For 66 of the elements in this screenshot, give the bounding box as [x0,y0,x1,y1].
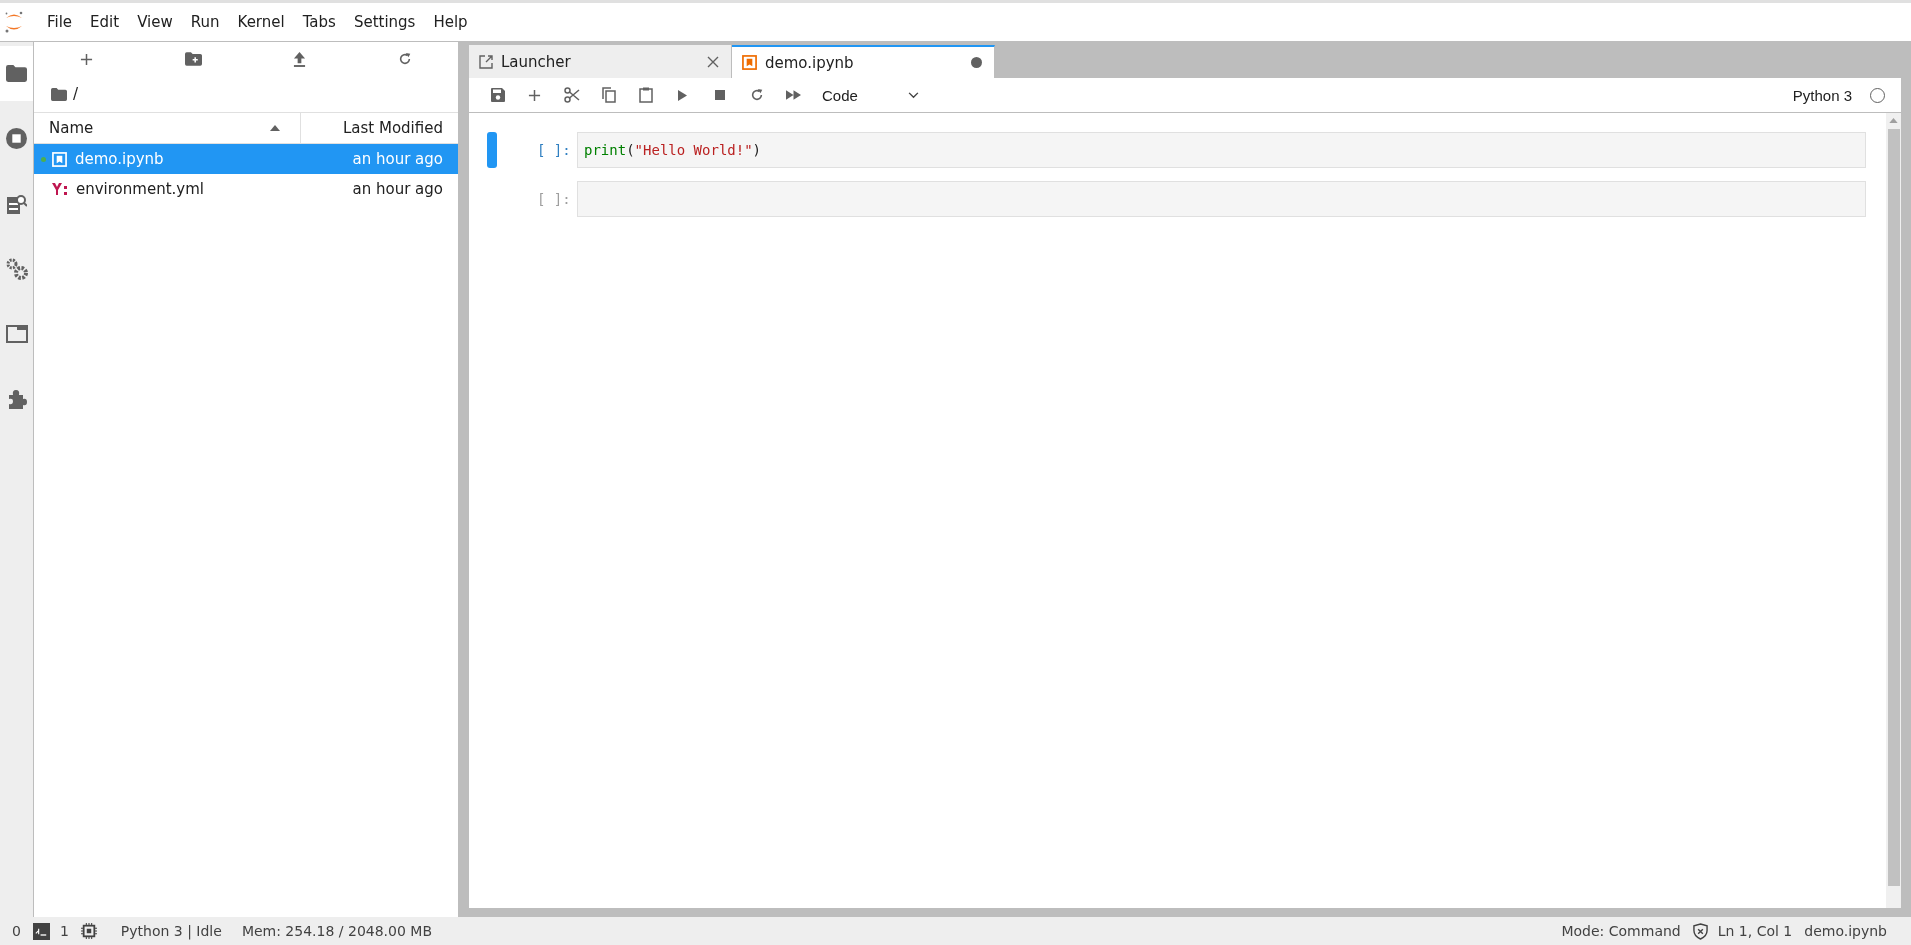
menu-item[interactable]: Tabs [293,13,345,31]
sort-caret-icon [270,125,280,131]
breadcrumb[interactable]: / [73,85,79,103]
file-name: demo.ipynb [75,150,165,168]
modified-time: an hour ago [352,180,443,198]
memory-usage: Mem: 254.18 / 2048.00 MB [241,923,432,939]
puzzle-icon [6,388,27,409]
close-icon[interactable] [707,55,719,68]
file-row[interactable]: environment.yml an hour ago [34,174,458,204]
copy-icon [601,87,616,103]
cell-prompt: [ ]: [537,190,572,209]
tab-label: demo.ipynb [765,53,855,72]
code-cell-editor[interactable] [577,181,1866,217]
menu-item[interactable]: Settings [344,13,425,31]
menu-item[interactable]: View [128,13,182,31]
menu-item[interactable]: Run [181,13,229,31]
menu-item[interactable]: Help [424,13,477,31]
gears-icon [5,257,28,280]
cell-prompt: [ ]: [537,141,572,160]
plus-icon [528,88,541,102]
refresh-icon [749,88,764,102]
logo-icon [4,10,24,34]
cell-type-dropdown[interactable]: Code [812,82,929,108]
sidebar-tab[interactable] [0,46,33,101]
stop-icon [714,90,725,100]
tab-label: Launcher [501,52,572,71]
shield-icon[interactable] [1692,922,1708,940]
scrollbar-thumb[interactable] [1887,129,1900,886]
kernel-status[interactable]: Python 3 | Idle [120,923,222,939]
window-icon [5,324,28,343]
document-tab[interactable]: Launcher [469,45,732,78]
file-name: environment.yml [76,180,205,198]
cursor-position[interactable]: Ln 1, Col 1 [1717,923,1793,939]
clipboard-icon [638,87,653,103]
terminal-icon[interactable] [32,922,50,940]
kernel-name[interactable]: Python 3 [1792,86,1852,104]
yaml-file-icon [52,182,68,196]
menu-item[interactable]: File [38,13,82,31]
save-icon [490,88,505,102]
mode-indicator: Mode: Command [1561,923,1681,939]
refresh-icon [398,52,413,66]
folder-icon [6,65,27,82]
column-header[interactable]: Name [34,119,270,137]
current-file: demo.ipynb [1804,923,1887,939]
terminal-count: 0 [12,923,21,939]
notebook-icon [52,151,67,167]
menu-item[interactable]: Edit [81,13,129,31]
plus-icon [79,52,93,66]
launcher-icon [479,54,493,69]
chevron-down-icon [907,91,919,99]
play-icon [678,89,687,101]
upload-icon [293,51,307,67]
property-inspector-icon [6,193,27,214]
new-folder-icon [184,52,202,66]
fast-forward-icon [786,90,801,100]
menu-item[interactable]: Kernel [228,13,294,31]
notebook-icon [742,55,757,70]
scrollbar[interactable] [1886,113,1901,908]
chip-icon[interactable] [80,923,97,939]
stop-circle-icon [6,128,27,149]
code-cell-editor[interactable]: print("Hello World!") [577,132,1866,168]
modified-time: an hour ago [352,150,443,168]
kernel-count: 1 [59,923,69,939]
document-tab[interactable]: demo.ipynb [732,45,995,78]
folder-icon [51,87,67,101]
scissors-icon [563,87,580,103]
